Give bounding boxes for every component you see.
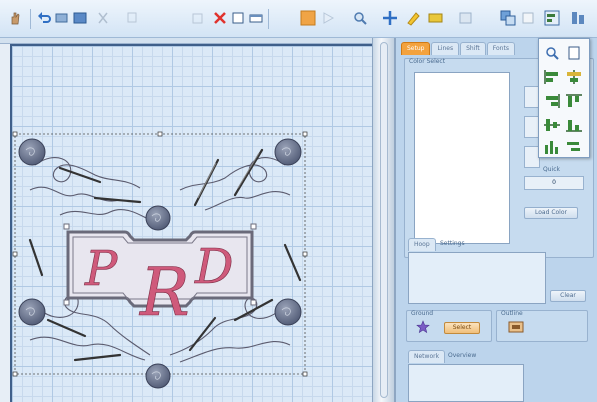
tab-lines[interactable]: Lines (431, 42, 460, 55)
tab-setup[interactable]: Setup (401, 42, 431, 55)
view-icon[interactable] (72, 10, 88, 26)
star-icon[interactable] (416, 320, 430, 334)
zoom-icon[interactable] (352, 10, 368, 26)
undo-icon[interactable] (36, 10, 52, 26)
select-button[interactable]: Select (444, 322, 480, 334)
tab-shift[interactable]: Shift (460, 42, 486, 55)
rectangle-select-icon[interactable] (230, 10, 246, 26)
fill-icon[interactable] (300, 10, 316, 26)
align-dropdown-menu (538, 38, 590, 158)
align-left-icon[interactable] (543, 69, 561, 85)
arrange-icon[interactable] (570, 10, 586, 26)
paste-icon[interactable] (190, 10, 206, 26)
outline-icon[interactable] (508, 320, 524, 334)
align-middle-icon[interactable] (543, 117, 561, 133)
play-icon[interactable] (320, 10, 336, 26)
redo-icon[interactable] (54, 10, 70, 26)
copy-icon[interactable] (125, 10, 141, 26)
hoop-preview (408, 252, 546, 304)
load-color-button[interactable]: Load Color (524, 207, 578, 219)
align-icon[interactable] (544, 10, 560, 26)
overview-label[interactable]: Overview (448, 352, 476, 359)
distribute-horizontal-icon[interactable] (543, 139, 561, 155)
panel-tabs: Setup Lines Shift Fonts (401, 42, 515, 55)
outline-label: Outline (501, 310, 523, 317)
distribute-icon[interactable] (520, 10, 536, 26)
align-pin-icon[interactable] (565, 45, 583, 61)
cut-icon[interactable] (95, 10, 111, 26)
align-bottom-icon[interactable] (565, 117, 583, 133)
pencil-icon[interactable] (405, 10, 421, 26)
layers-icon[interactable] (500, 10, 516, 26)
align-menu-toggle-icon[interactable] (543, 45, 561, 61)
hand-pan-icon[interactable] (8, 10, 24, 26)
color-select-label: Color Select (409, 58, 446, 65)
tab-network[interactable]: Network (408, 350, 446, 363)
quick-value-field[interactable]: 0 (524, 176, 584, 190)
tab-fonts[interactable]: Fonts (486, 42, 515, 55)
align-center-icon[interactable] (565, 69, 583, 85)
design-canvas[interactable] (10, 44, 372, 402)
main-toolbar (0, 0, 597, 38)
distribute-vertical-icon[interactable] (565, 139, 583, 155)
scroll-track[interactable] (380, 42, 388, 398)
tab-hoop[interactable]: Hoop (408, 238, 436, 251)
overview-preview (408, 364, 524, 402)
group-icon[interactable] (248, 10, 264, 26)
settings-label[interactable]: Settings (440, 240, 465, 247)
align-top-icon[interactable] (565, 93, 583, 109)
color-icon[interactable] (428, 10, 444, 26)
stitch-icon[interactable] (458, 10, 474, 26)
move-icon[interactable] (382, 10, 398, 26)
quick-label: Quick (543, 166, 560, 173)
delete-icon[interactable] (212, 10, 228, 26)
clear-button[interactable]: Clear (550, 290, 586, 302)
vertical-scrollbar[interactable] (372, 38, 395, 402)
ground-label: Ground (411, 310, 434, 317)
color-list[interactable] (414, 72, 510, 244)
align-right-icon[interactable] (543, 93, 561, 109)
